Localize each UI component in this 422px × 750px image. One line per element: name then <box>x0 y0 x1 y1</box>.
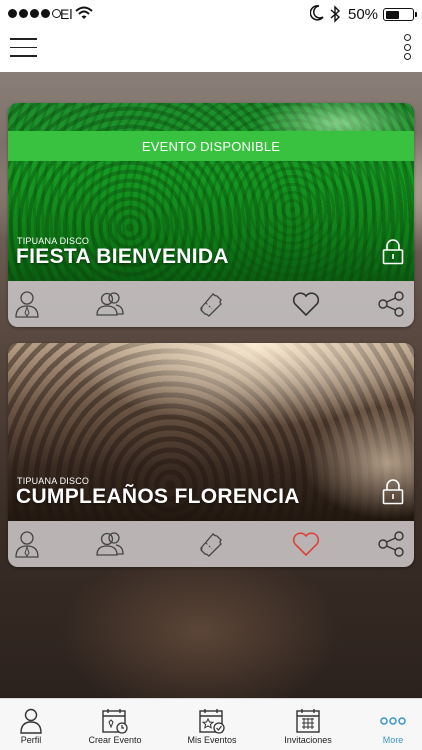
event-title: CUMPLEAÑOS FLORENCIA <box>16 485 300 508</box>
lock-icon[interactable] <box>382 239 404 265</box>
user-icon[interactable] <box>12 529 42 559</box>
tab-label: Mis Eventos <box>187 735 237 745</box>
tab-label: Invitaciones <box>284 735 332 745</box>
tab-more[interactable]: More <box>351 699 422 750</box>
more-dots-icon <box>380 717 406 725</box>
tab-mis-eventos[interactable]: Mis Eventos <box>170 699 254 750</box>
battery-icon <box>383 8 417 21</box>
tab-perfil[interactable]: Perfil <box>0 699 73 750</box>
battery-percent: 50% <box>348 6 379 23</box>
lock-icon[interactable] <box>382 479 404 505</box>
moon-icon <box>310 5 324 21</box>
card-action-bar <box>8 521 414 567</box>
carrier-label: El <box>60 6 73 22</box>
person-icon <box>20 708 42 734</box>
bluetooth-icon <box>330 5 341 23</box>
calendar-grid-icon <box>296 709 320 733</box>
tab-crear-evento[interactable]: Crear Evento <box>73 699 157 750</box>
event-title: FIESTA BIENVENIDA <box>16 245 229 268</box>
ticket-icon[interactable] <box>196 289 226 319</box>
kebab-menu-icon[interactable] <box>404 34 412 60</box>
card-action-bar <box>8 281 414 327</box>
tab-label: More <box>382 735 404 745</box>
wifi-icon <box>75 6 93 19</box>
heart-icon[interactable] <box>291 529 321 559</box>
hamburger-menu-icon[interactable] <box>10 38 37 58</box>
calendar-star-icon <box>199 709 225 734</box>
event-image: EVENTO DISPONIBLE TIPUANA DISCO FIESTA B… <box>8 103 414 281</box>
tab-label: Perfil <box>20 735 42 745</box>
tab-invitaciones[interactable]: Invitaciones <box>266 699 350 750</box>
top-bar: El 50% <box>0 0 422 72</box>
tab-bar: Perfil Crear Evento Mis Eventos Invitaci… <box>0 698 422 750</box>
event-image: TIPUANA DISCO CUMPLEAÑOS FLORENCIA <box>8 343 414 521</box>
signal-dots-icon <box>8 9 61 18</box>
event-available-banner: EVENTO DISPONIBLE <box>8 131 414 161</box>
tab-label: Crear Evento <box>88 735 142 745</box>
group-icon[interactable] <box>95 529 125 559</box>
share-icon[interactable] <box>376 289 406 319</box>
event-card[interactable]: TIPUANA DISCO CUMPLEAÑOS FLORENCIA <box>8 343 414 567</box>
event-card[interactable]: EVENTO DISPONIBLE TIPUANA DISCO FIESTA B… <box>8 103 414 327</box>
calendar-clock-icon <box>102 709 128 734</box>
user-icon[interactable] <box>12 289 42 319</box>
heart-icon[interactable] <box>291 289 321 319</box>
ticket-icon[interactable] <box>196 529 226 559</box>
group-icon[interactable] <box>95 289 125 319</box>
share-icon[interactable] <box>376 529 406 559</box>
status-bar: El 50% <box>0 0 422 28</box>
